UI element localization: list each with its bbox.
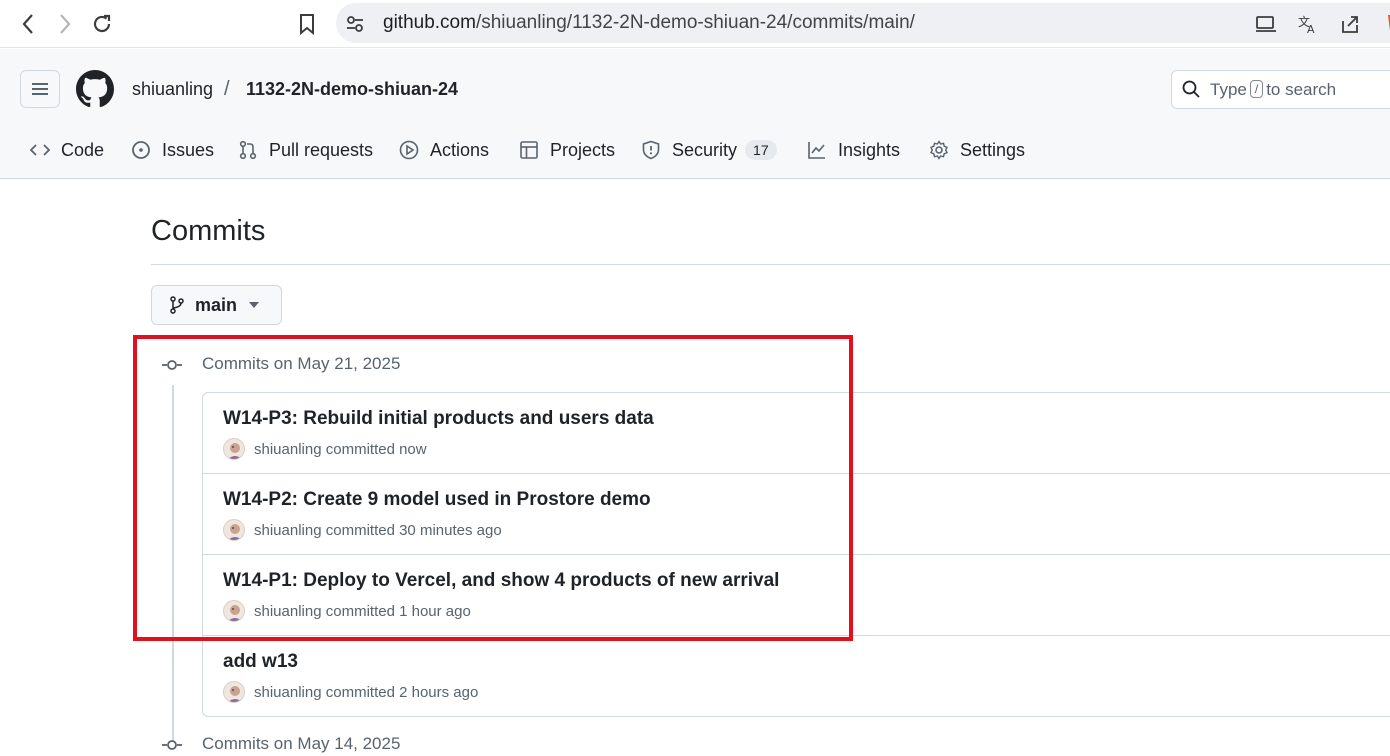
title-divider [151, 264, 1390, 265]
translate-icon[interactable]: 文A [1296, 12, 1320, 36]
commit-group-heading: Commits on May 14, 2025 [202, 734, 401, 753]
breadcrumb-separator: / [224, 78, 230, 100]
tab-insights[interactable]: Insights [807, 130, 900, 170]
commit-author-link[interactable]: shiuanling [254, 684, 322, 701]
reload-icon [93, 14, 111, 33]
tab-security-label: Security [672, 139, 738, 160]
git-commit-icon [162, 740, 182, 750]
reload-button[interactable] [88, 10, 116, 38]
commit-row[interactable]: add w13 shiuanling committed 2 hours ago [203, 636, 1390, 716]
annotation-highlight-box [133, 335, 853, 641]
commit-title-link[interactable]: add w13 [223, 651, 298, 673]
tab-code-label: Code [61, 139, 105, 160]
url-path: /shiuanling/1132-2N-demo-shiuan-24/commi… [475, 12, 915, 33]
gear-icon [930, 140, 948, 160]
repo-name-link[interactable]: 1132-2N-demo-shiuan-24 [246, 79, 458, 100]
url-host: github.com [383, 12, 476, 33]
tab-actions[interactable]: Actions [399, 130, 489, 170]
search-placeholder: Type / to search [1210, 80, 1336, 100]
back-arrow-icon [22, 14, 33, 34]
tab-settings-label: Settings [960, 139, 1026, 160]
back-button[interactable] [14, 10, 42, 38]
tab-projects-label: Projects [550, 139, 616, 160]
page-title: Commits [151, 215, 266, 247]
browser-toolbar: github.com/shiuanling/1132-2N-demo-shiua… [0, 0, 1390, 48]
search-placeholder-after: to search [1266, 80, 1337, 99]
caret-down-icon [249, 302, 260, 308]
tab-issues-label: Issues [162, 139, 215, 160]
svg-text:A: A [1307, 23, 1315, 34]
issue-icon [132, 141, 150, 159]
security-alert-count: 17 [745, 140, 777, 160]
repo-owner-link[interactable]: shiuanling [132, 79, 213, 100]
pull-request-icon [239, 140, 257, 160]
search-shortcut-key: / [1249, 80, 1264, 98]
tab-pull-requests[interactable]: Pull requests [238, 130, 373, 170]
brave-shield-icon[interactable] [1380, 12, 1390, 36]
branch-icon [170, 296, 184, 314]
commit-meta: shiuanling committed 2 hours ago [254, 684, 478, 701]
global-menu-button[interactable] [20, 70, 60, 108]
table-icon [520, 141, 538, 159]
tab-code[interactable]: Code [30, 130, 104, 170]
commit-time: 2 hours ago [399, 684, 479, 701]
github-logo-icon[interactable] [76, 70, 114, 108]
tab-actions-label: Actions [430, 139, 490, 160]
share-icon[interactable] [1338, 12, 1362, 36]
bookmark-icon [300, 14, 314, 35]
code-icon [30, 144, 50, 156]
graph-icon [808, 142, 825, 159]
install-app-icon[interactable] [1254, 12, 1278, 36]
branch-selector-button[interactable]: main [151, 285, 282, 325]
tab-pull-requests-label: Pull requests [269, 139, 374, 160]
url-text[interactable]: github.com/shiuanling/1132-2N-demo-shiua… [383, 12, 915, 34]
avatar[interactable] [223, 681, 245, 703]
shield-icon [642, 140, 660, 160]
hamburger-icon [32, 83, 48, 95]
tab-projects[interactable]: Projects [519, 130, 615, 170]
branch-name: main [195, 294, 238, 315]
tab-security[interactable]: Security 17 [641, 130, 777, 170]
forward-button[interactable] [51, 10, 79, 38]
search-placeholder-before: Type [1210, 80, 1247, 99]
commit-verb: committed [325, 684, 395, 701]
play-icon [399, 140, 419, 160]
search-icon [1182, 80, 1200, 98]
tab-settings[interactable]: Settings [929, 130, 1025, 170]
tab-issues[interactable]: Issues [131, 130, 214, 170]
bookmark-button[interactable] [293, 10, 321, 38]
forward-arrow-icon [60, 14, 71, 34]
site-settings-icon[interactable] [343, 12, 367, 36]
tab-insights-label: Insights [838, 139, 901, 160]
